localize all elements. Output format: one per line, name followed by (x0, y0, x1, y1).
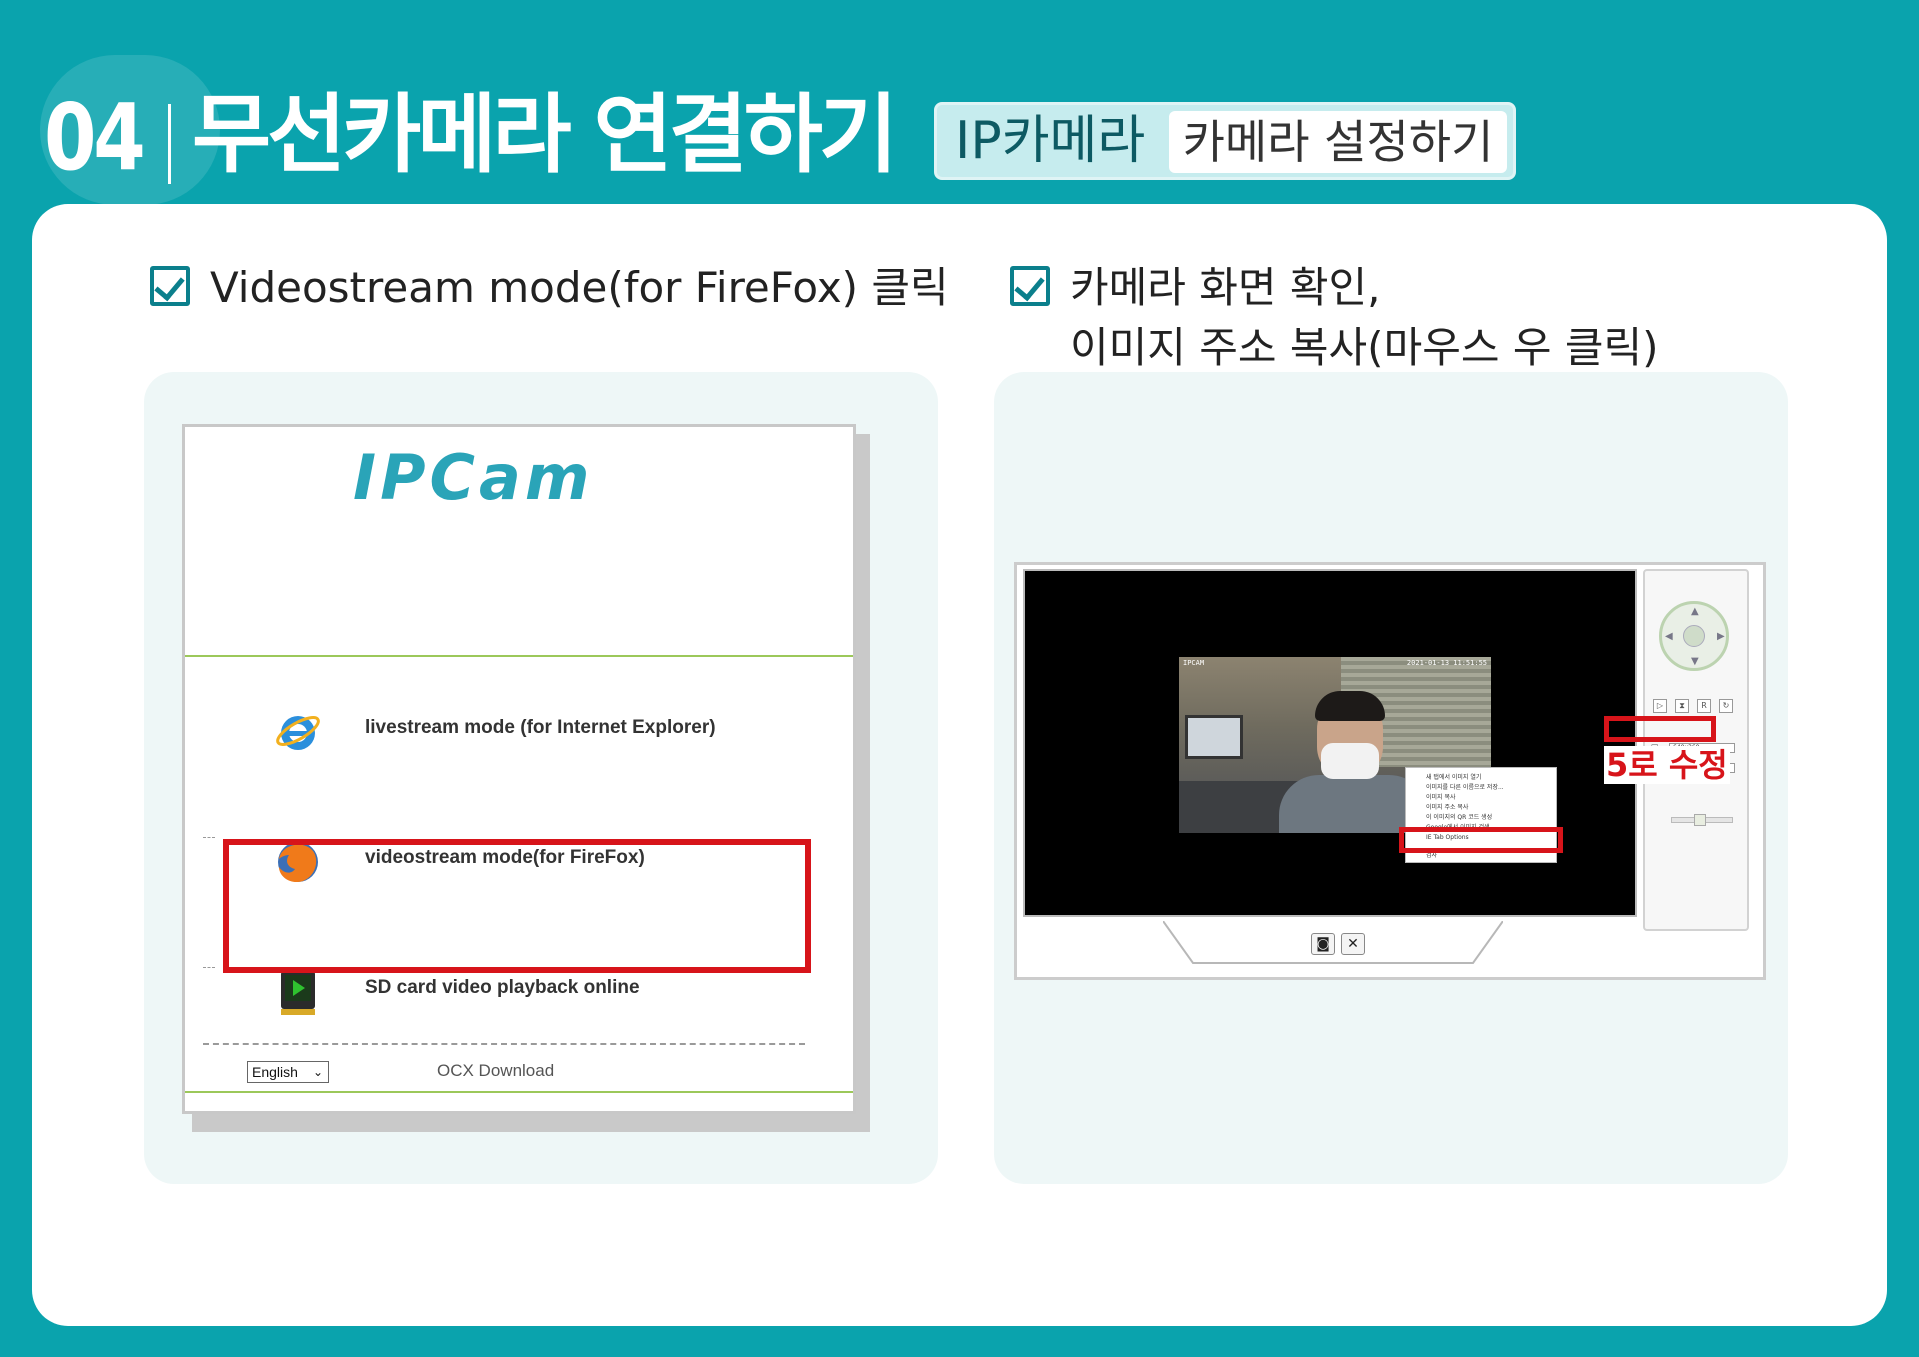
mode-item-livestream[interactable]: livestream mode (for Internet Explorer) (185, 677, 853, 787)
internet-explorer-icon (276, 716, 320, 750)
arrow-left-icon[interactable]: ◀ (1665, 631, 1673, 642)
settings-button[interactable]: ✕ (1341, 933, 1365, 955)
ptz-control[interactable]: ▲ ▼ ◀ ▶ (1659, 601, 1729, 671)
video-area[interactable]: IPCAM 2021-01-13 11:51:55 새 탭에서 이미지 열기 이… (1023, 569, 1637, 917)
ipcam-logo: IPCam (353, 441, 594, 514)
language-select-value: English (252, 1064, 298, 1080)
context-menu-item[interactable]: 이미지 주소 복사 (1426, 802, 1468, 811)
header-divider (168, 104, 171, 184)
header-tag-sub: 카메라 설정하기 (1169, 111, 1507, 173)
main-card: Videostream mode(for FireFox) 클릭 카메라 화면 … (32, 204, 1887, 1326)
context-menu-item[interactable]: 이미지를 다른 이름으로 저장... (1426, 782, 1504, 791)
mirror-icon[interactable]: ⧗ (1675, 699, 1689, 713)
osd-timestamp: 2021-01-13 11:51:55 (1406, 659, 1487, 667)
camera-icon: ◙ (1316, 936, 1330, 952)
volume-slider[interactable] (1671, 814, 1733, 826)
section-number: 04 (44, 84, 146, 191)
step-2: 카메라 화면 확인, 이미지 주소 복사(마우스 우 클릭) (1010, 258, 1659, 378)
camera-viewer-panel: IPCAM 2021-01-13 11:51:55 새 탭에서 이미지 열기 이… (994, 372, 1788, 1184)
record-icon[interactable]: R (1697, 699, 1711, 713)
step-1-text: Videostream mode(for FireFox) 클릭 (210, 263, 949, 312)
viewer-toolbar: ◙ ✕ (1023, 921, 1637, 973)
mode-label: SD card video playback online (365, 977, 640, 998)
sd-card-video-icon (281, 971, 315, 1015)
snapshot-button[interactable]: ◙ (1311, 933, 1335, 955)
page-title: 무선카메라 연결하기 (192, 85, 898, 185)
header-tag-main: IP카메라 (955, 111, 1146, 171)
header-tag: IP카메라 카메라 설정하기 (934, 102, 1516, 180)
context-menu-item[interactable]: 이 이미지의 QR 코드 생성 (1426, 812, 1492, 821)
context-menu-item[interactable]: 새 탭에서 이미지 열기 (1426, 772, 1481, 781)
side-icon-row: ▷ ⧗ R ↻ (1653, 699, 1733, 713)
context-menu-item[interactable]: 이미지 복사 (1426, 792, 1456, 801)
chevron-down-icon: ⌄ (312, 1065, 323, 1079)
person-mask (1321, 743, 1379, 779)
step-2-line-2: 이미지 주소 복사(마우스 우 클릭) (1070, 323, 1659, 372)
step-1: Videostream mode(for FireFox) 클릭 (150, 258, 949, 318)
dashed-separator (203, 1043, 805, 1045)
context-menu-highlight (1399, 827, 1563, 853)
background-monitor (1185, 715, 1243, 759)
ipcam-panel: IPCam livestream mode (for Internet Expl… (144, 372, 938, 1184)
mode-label: livestream mode (for Internet Explorer) (365, 717, 716, 738)
step-2-line-1: 카메라 화면 확인, (1070, 263, 1381, 312)
osd-label: IPCAM (1183, 659, 1205, 667)
reset-icon[interactable]: ↻ (1719, 699, 1733, 713)
language-select[interactable]: English ⌄ (247, 1061, 329, 1083)
arrow-down-icon[interactable]: ▼ (1691, 656, 1699, 667)
arrow-up-icon[interactable]: ▲ (1691, 606, 1699, 617)
tools-icon: ✕ (1347, 936, 1359, 952)
flip-icon[interactable]: ▷ (1653, 699, 1667, 713)
checkbox-icon (150, 266, 190, 306)
fix-note: 5로 수정 (1604, 746, 1730, 785)
ptz-center-button[interactable] (1683, 625, 1705, 647)
ocx-download-link[interactable]: OCX Download (437, 1061, 554, 1081)
green-divider (185, 1091, 853, 1093)
checkbox-icon (1010, 266, 1050, 306)
ipcam-page: IPCam livestream mode (for Internet Expl… (182, 424, 856, 1114)
highlight-box (223, 839, 811, 973)
green-divider (185, 655, 853, 657)
fps-highlight (1604, 716, 1716, 742)
arrow-right-icon[interactable]: ▶ (1717, 631, 1725, 642)
step-2-text: 카메라 화면 확인, 이미지 주소 복사(마우스 우 클릭) (1070, 258, 1659, 378)
person-hair (1315, 691, 1385, 721)
slider-knob[interactable] (1694, 814, 1706, 826)
